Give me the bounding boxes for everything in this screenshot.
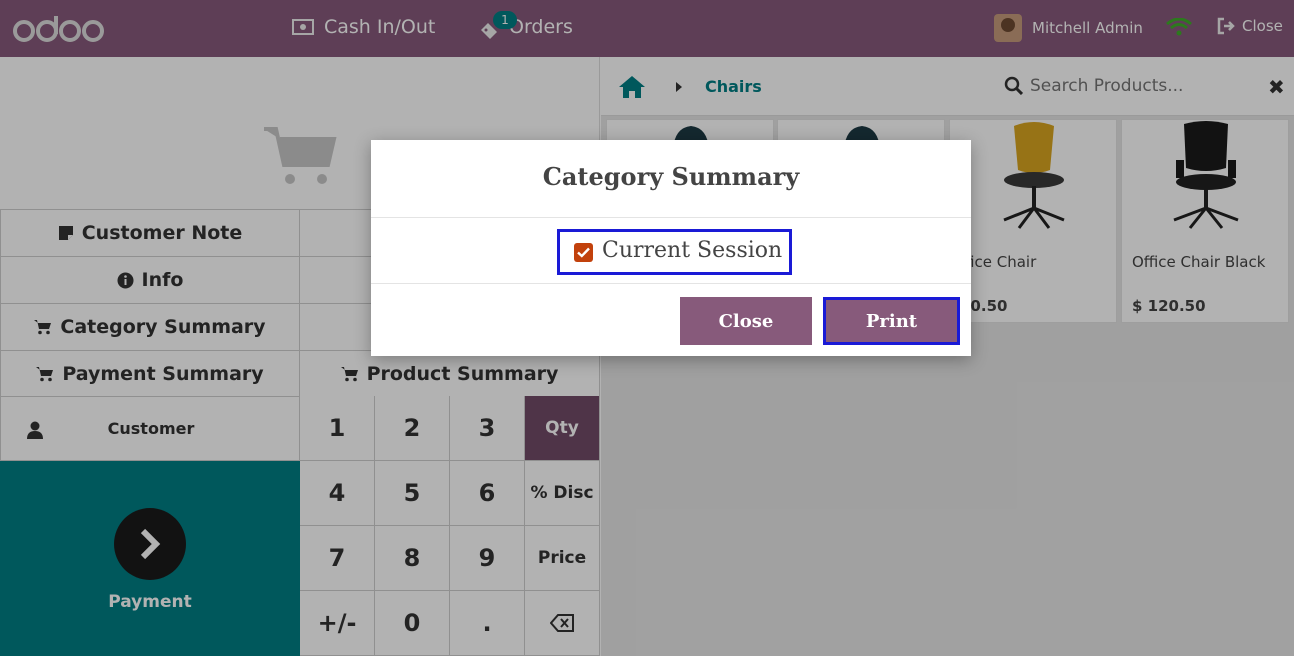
dialog-title: Category Summary: [542, 162, 800, 191]
current-session-checkbox[interactable]: [574, 243, 593, 262]
divider: [371, 217, 971, 218]
current-session-option[interactable]: Current Session: [557, 229, 792, 275]
category-summary-dialog: Category Summary Current Session Close P…: [371, 140, 971, 356]
divider: [371, 283, 971, 284]
current-session-label: Current Session: [602, 238, 783, 263]
print-button[interactable]: Print: [823, 297, 960, 345]
close-button[interactable]: Close: [680, 297, 812, 345]
checkmark-icon: [577, 247, 590, 258]
